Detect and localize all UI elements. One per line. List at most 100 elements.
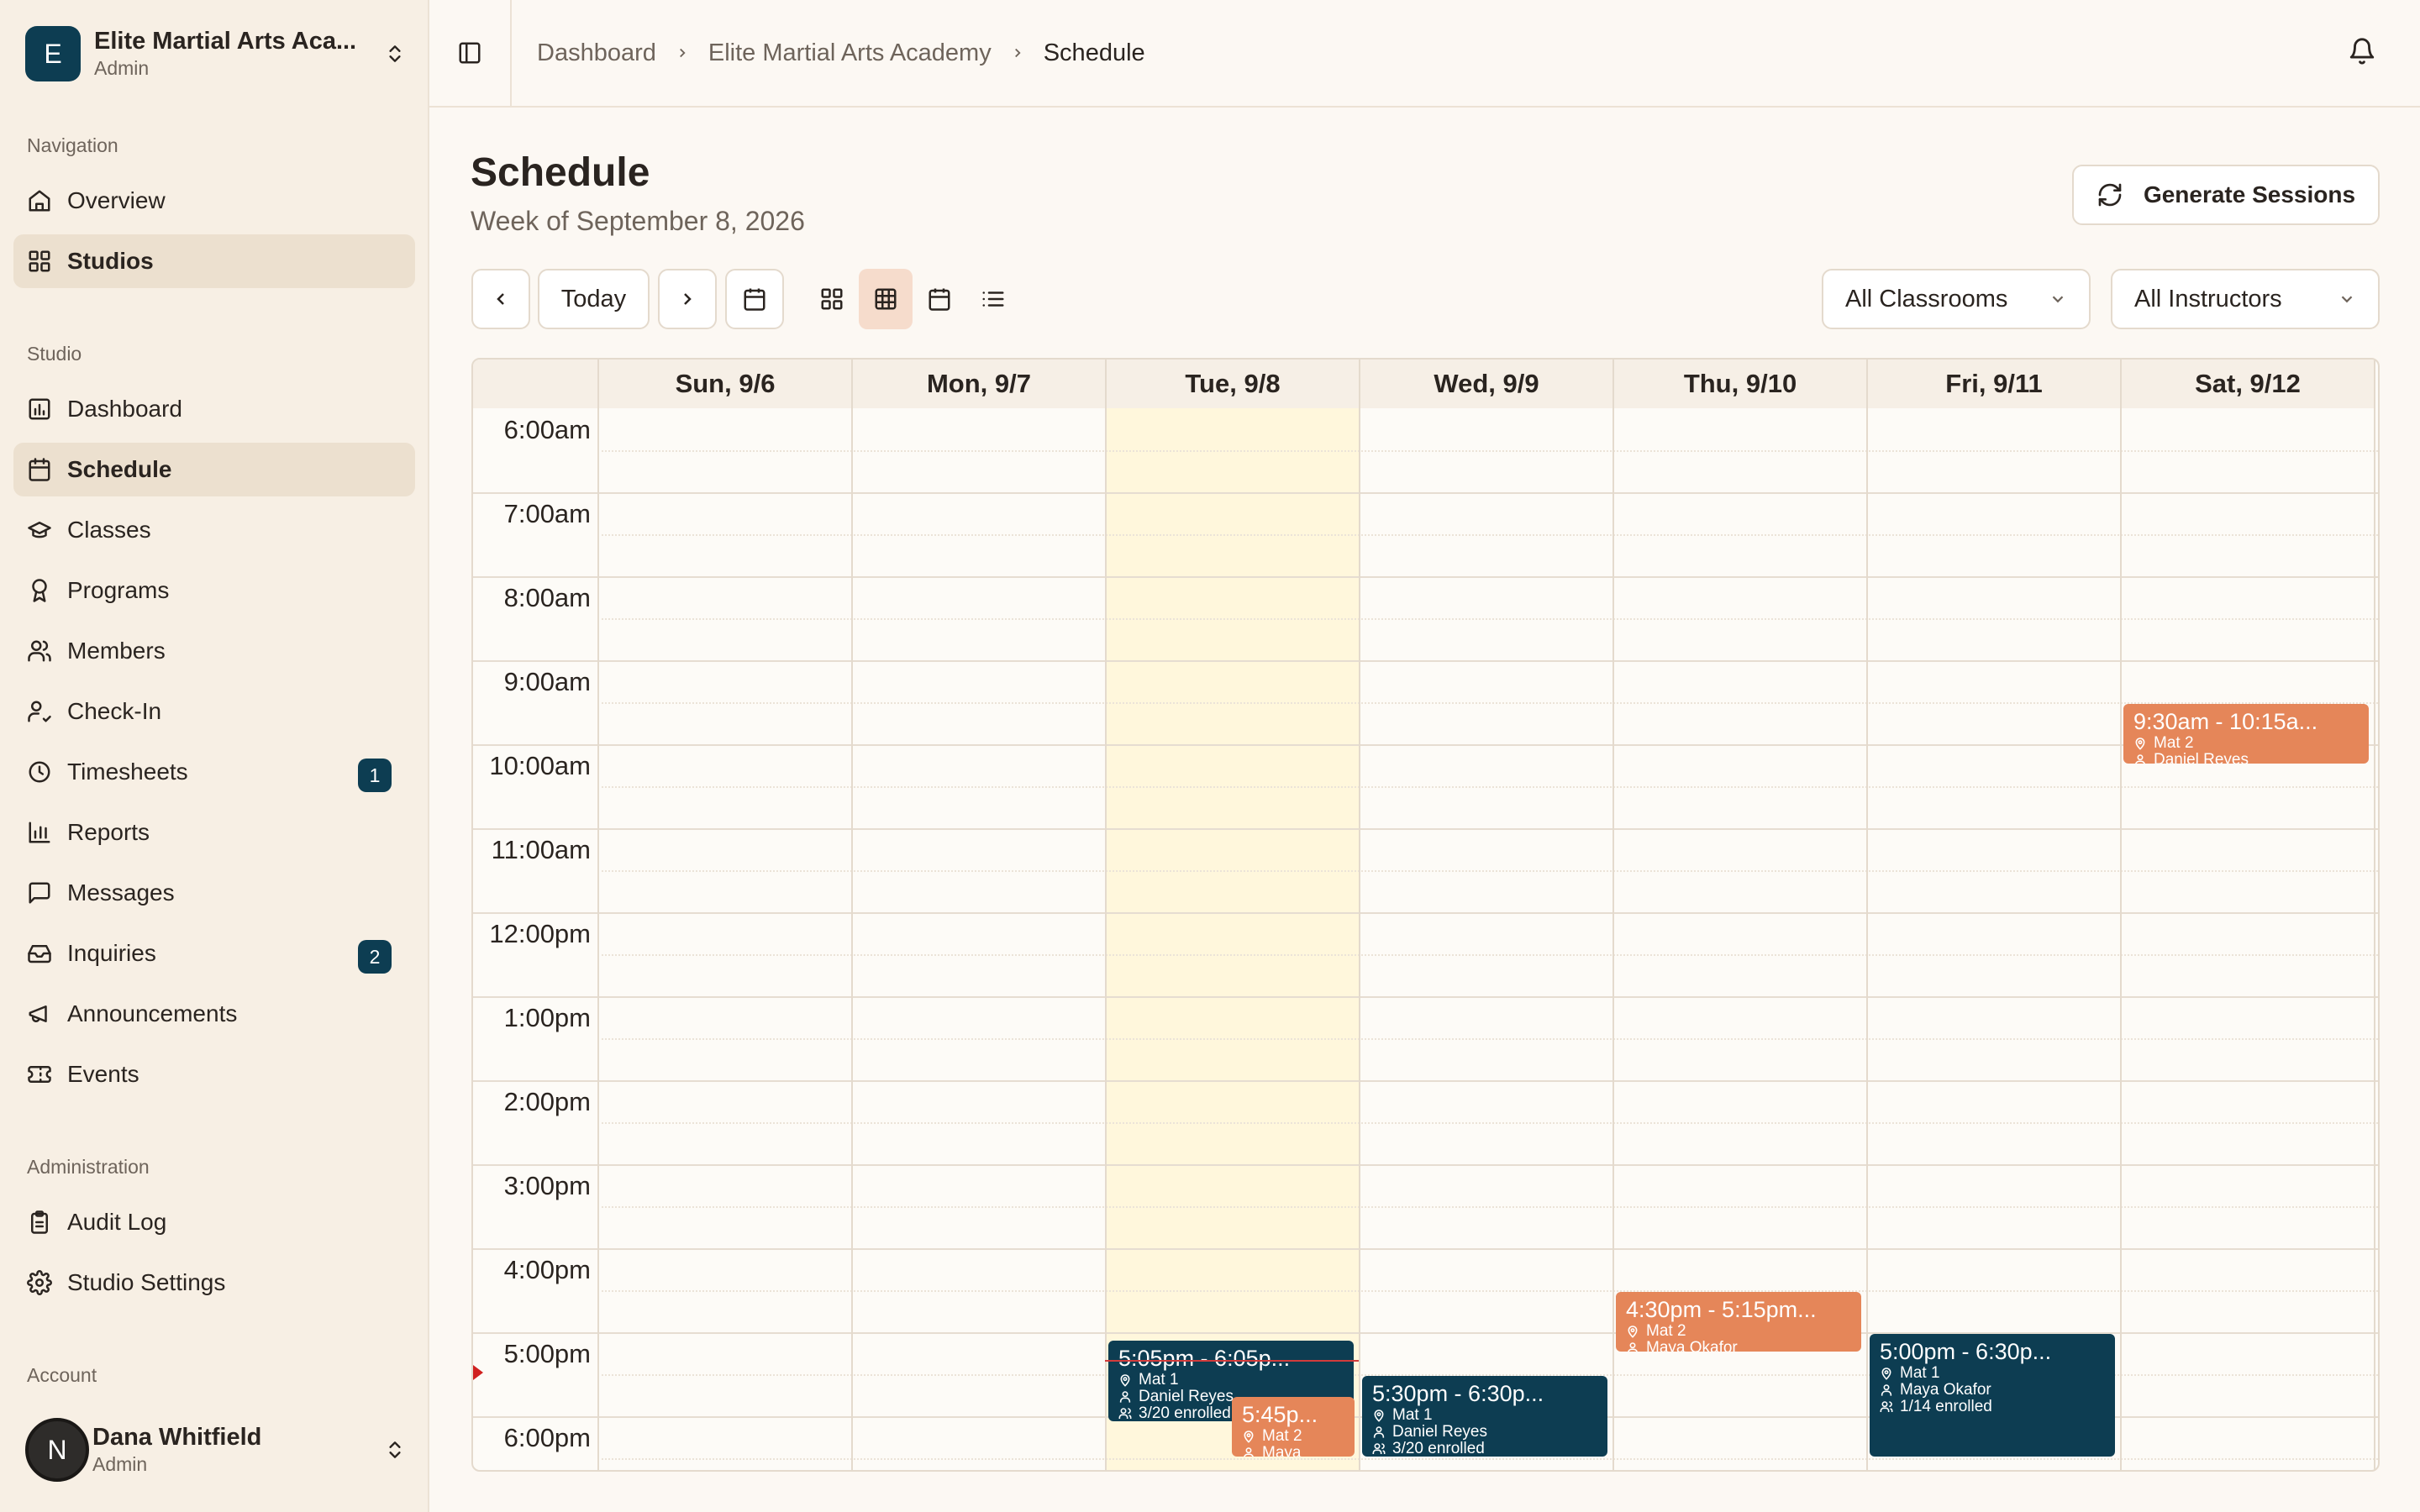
user-role: Admin	[92, 1453, 148, 1475]
breadcrumb-dashboard[interactable]: Dashboard	[537, 39, 656, 67]
sidebar-item-label: Overview	[67, 187, 166, 213]
sidebar-item-studios[interactable]: Studios	[13, 234, 415, 288]
sidebar-toggle-button[interactable]	[429, 0, 512, 106]
time-column-header	[473, 360, 597, 408]
count-badge: 2	[358, 940, 392, 974]
sidebar-item-label: Events	[67, 1061, 139, 1087]
day-gridline	[597, 360, 599, 1470]
sidebar-item-audit-log[interactable]: Audit Log	[13, 1195, 415, 1249]
half-hour-gridline	[597, 870, 2378, 872]
org-name: Elite Martial Arts Aca...	[94, 28, 357, 55]
half-hour-gridline	[597, 1290, 2378, 1292]
hour-label: 4:00pm	[503, 1255, 591, 1284]
classroom-filter-select[interactable]: All Classrooms	[1822, 269, 2091, 329]
sidebar: E Elite Martial Arts Aca... Admin Naviga…	[0, 0, 429, 1512]
day-header[interactable]: Tue, 9/8	[1105, 360, 1359, 408]
sidebar-item-label: Dashboard	[67, 396, 182, 422]
user-name: Dana Whitfield	[92, 1424, 262, 1451]
grid-icon	[27, 249, 52, 274]
sidebar-item-dashboard[interactable]: Dashboard	[13, 382, 415, 436]
day-header[interactable]: Wed, 9/9	[1359, 360, 1612, 408]
sidebar-item-inquiries[interactable]: Inquiries 2	[13, 927, 415, 980]
sidebar-item-classes[interactable]: Classes	[13, 503, 415, 557]
hour-label: 6:00am	[503, 415, 591, 444]
event-time: 5:45p...	[1242, 1402, 1318, 1427]
sidebar-item-label: Schedule	[67, 456, 172, 482]
sidebar-item-members[interactable]: Members	[13, 624, 415, 678]
day-header[interactable]: Thu, 9/10	[1612, 360, 1866, 408]
chevron-right-icon	[1010, 45, 1025, 60]
view-week-button[interactable]	[859, 269, 913, 329]
schedule-event[interactable]: 5:45p...Mat 2Maya2/12 e	[1232, 1397, 1355, 1457]
breadcrumb-academy[interactable]: Elite Martial Arts Academy	[708, 39, 992, 67]
sidebar-item-label: Timesheets	[67, 759, 188, 785]
sidebar-item-announcements[interactable]: Announcements	[13, 987, 415, 1041]
org-switcher[interactable]: E Elite Martial Arts Aca... Admin	[25, 24, 412, 84]
instructor-filter-select[interactable]: All Instructors	[2111, 269, 2380, 329]
day-header[interactable]: Sun, 9/6	[597, 360, 851, 408]
sidebar-item-label: Audit Log	[67, 1209, 167, 1235]
day-header[interactable]: Sat, 9/12	[2120, 360, 2374, 408]
graduation-cap-icon	[27, 517, 52, 543]
sidebar-item-events[interactable]: Events	[13, 1047, 415, 1101]
half-hour-gridline	[597, 1122, 2378, 1124]
sidebar-item-studio-settings[interactable]: Studio Settings	[13, 1256, 415, 1310]
schedule-event[interactable]: 5:00pm - 6:30p... Mat 1 Maya Okafor 1/14 en…	[1870, 1334, 2115, 1457]
section-label-administration: Administration	[27, 1156, 150, 1178]
sidebar-item-check-in[interactable]: Check-In	[13, 685, 415, 738]
chevrons-up-down-icon[interactable]	[378, 37, 412, 71]
current-time-marker	[473, 1365, 483, 1381]
hour-label: 1:00pm	[503, 1003, 591, 1032]
event-time: 5:05pm - 6:05p...	[1118, 1346, 1291, 1372]
sidebar-item-messages[interactable]: Messages	[13, 866, 415, 920]
count-badge: 1	[358, 759, 392, 792]
view-day-button[interactable]	[913, 269, 966, 329]
dashboard-icon	[27, 396, 52, 422]
sidebar-item-reports[interactable]: Reports	[13, 806, 415, 859]
refresh-icon	[2096, 181, 2123, 208]
sidebar-item-label: Announcements	[67, 1000, 238, 1026]
day-gridline	[1866, 360, 1868, 1470]
bell-icon[interactable]	[2348, 37, 2381, 71]
schedule-event[interactable]: 5:30pm - 6:30p... Mat 1 Daniel Reyes 3/20 e…	[1362, 1376, 1607, 1457]
half-hour-gridline	[597, 1038, 2378, 1040]
sidebar-item-label: Studio Settings	[67, 1269, 226, 1295]
day-header[interactable]: Fri, 9/11	[1866, 360, 2120, 408]
sidebar-item-label: Check-In	[67, 698, 162, 724]
sidebar-item-schedule[interactable]: Schedule	[13, 443, 415, 496]
chevrons-up-down-icon[interactable]	[378, 1433, 412, 1467]
section-label-account: Account	[27, 1364, 97, 1386]
schedule-event[interactable]: 9:30am - 10:15a...Mat 2Daniel Reyes1/16 …	[2123, 704, 2369, 764]
event-enrolled: 1/14 enrolled	[1880, 1399, 2105, 1415]
chevron-right-icon	[684, 293, 692, 305]
half-hour-gridline	[597, 1206, 2378, 1208]
sidebar-item-timesheets[interactable]: Timesheets 1	[13, 745, 415, 799]
hour-gridline	[473, 1080, 2378, 1082]
event-room: Mat 1	[1880, 1365, 2105, 1382]
event-instructor: Daniel Reyes	[2133, 752, 2359, 764]
calendar-icon	[929, 288, 950, 311]
user-menu[interactable]: N Dana Whitfield Admin	[25, 1411, 412, 1488]
event-enrolled: 3/20 enrolled	[1372, 1441, 1597, 1457]
megaphone-icon	[27, 1001, 52, 1026]
generate-sessions-button[interactable]: Generate Sessions	[2072, 165, 2380, 225]
hour-label: 6:00pm	[503, 1423, 591, 1452]
half-hour-gridline	[597, 786, 2378, 788]
hour-gridline	[473, 996, 2378, 998]
ticket-icon	[27, 1062, 52, 1087]
sidebar-item-overview[interactable]: Overview	[13, 174, 415, 228]
view-month-button[interactable]	[805, 269, 859, 329]
today-button[interactable]: Today	[538, 269, 650, 329]
view-list-button[interactable]	[966, 269, 1020, 329]
sidebar-item-programs[interactable]: Programs	[13, 564, 415, 617]
chevron-right-icon	[675, 45, 690, 60]
day-header[interactable]: Mon, 9/7	[851, 360, 1105, 408]
event-room: Mat 1	[1372, 1407, 1597, 1424]
event-room: Mat 2	[1626, 1323, 1851, 1340]
week-calendar: Sun, 9/6 Mon, 9/7 Tue, 9/8 Wed, 9/9 Thu, 9/1…	[471, 358, 2380, 1472]
date-picker-button[interactable]	[725, 269, 784, 329]
prev-week-button[interactable]	[471, 269, 530, 329]
hour-label: 5:00pm	[503, 1339, 591, 1368]
next-week-button[interactable]	[658, 269, 717, 329]
schedule-event[interactable]: 4:30pm - 5:15pm...Mat 2Maya Okafor2/12 e…	[1616, 1292, 1861, 1352]
